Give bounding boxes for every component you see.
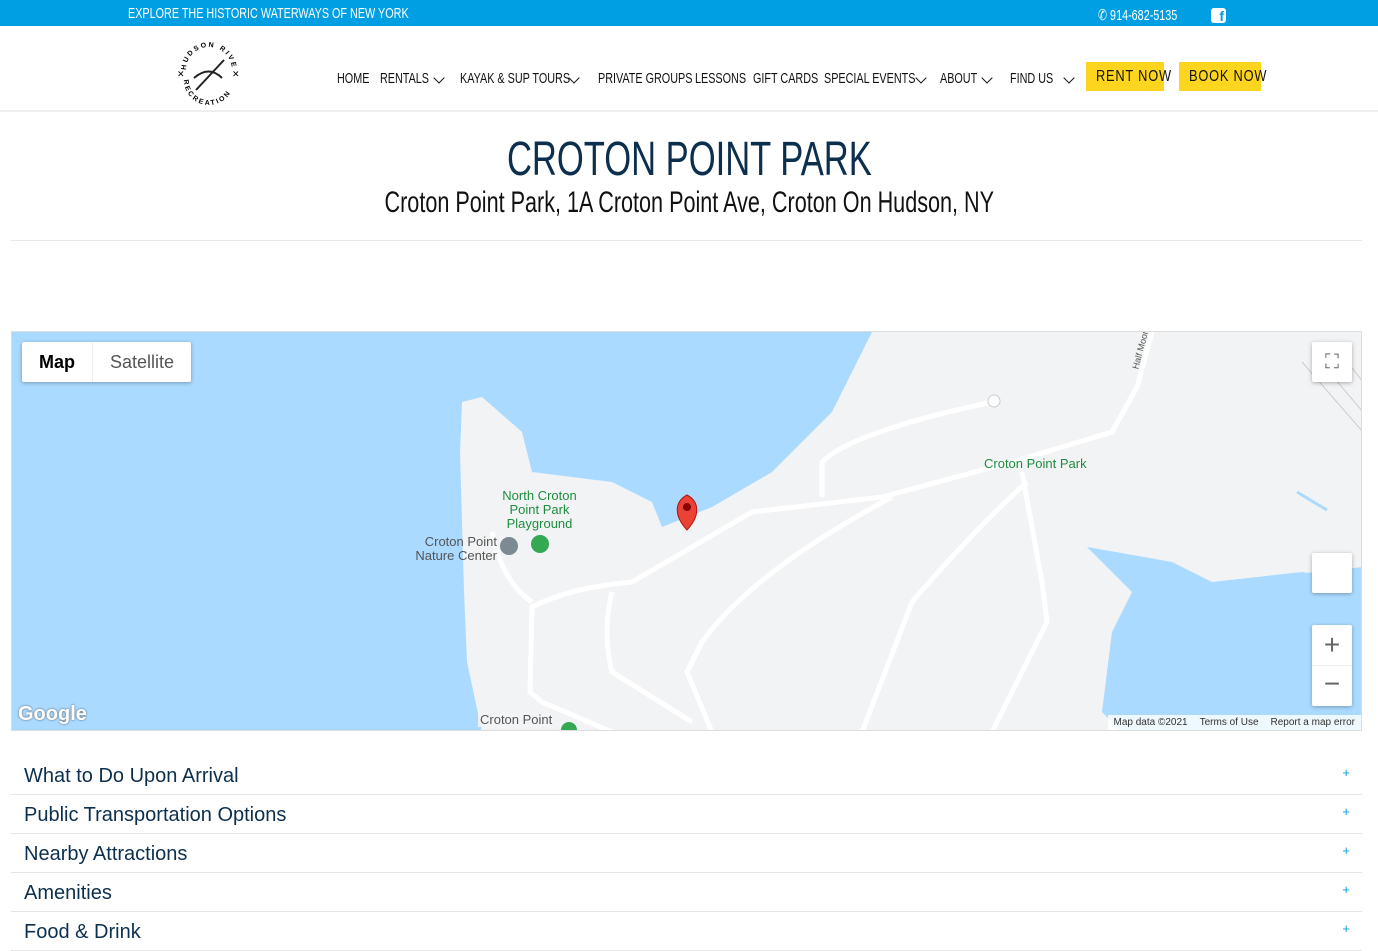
nav-item-lessons[interactable]: LESSONS (695, 70, 746, 87)
zoom-in-icon[interactable]: + (1312, 625, 1352, 665)
nav-item-private-groups[interactable]: PRIVATE GROUPS (598, 70, 692, 87)
nav-item-gift-cards[interactable]: GIFT CARDS (753, 70, 818, 87)
accordion-item[interactable]: Amenities + (11, 873, 1362, 912)
map-data: Map data ©2021 (1113, 717, 1188, 728)
chevron-down-icon[interactable] (1063, 72, 1075, 84)
zoom-out-icon[interactable]: − (1312, 665, 1352, 705)
accordion-item[interactable]: Nearby Attractions + (11, 834, 1362, 873)
map-type-control: Map Satellite (22, 342, 192, 382)
phone-number: 914-682-5135 (1110, 7, 1178, 24)
terms-link[interactable]: Terms of Use (1200, 717, 1259, 728)
google-map[interactable]: North Croton Point Park Playground Croto… (11, 331, 1362, 731)
top-bar: EXPLORE THE HISTORIC WATERWAYS OF NEW YO… (0, 0, 1378, 26)
plus-icon[interactable]: + (1342, 765, 1350, 780)
accordion-item[interactable]: What to Do Upon Arrival + (11, 756, 1362, 795)
site-header: HUDSON RIVER RECREATION ✕ ✕ HOME RENTALS KA… (0, 26, 1378, 112)
address-text: Croton Point Park, 1A Croton Point Ave, … (384, 186, 994, 219)
page-title: CROTON POINT PARK (0, 132, 1378, 187)
map-label-park[interactable]: Croton Point Park (984, 457, 1087, 471)
accordion-title: Nearby Attractions (24, 843, 188, 865)
nav-item-home[interactable]: HOME (337, 70, 369, 87)
divider (11, 240, 1362, 241)
page-address: Croton Point Park, 1A Croton Point Ave, … (0, 186, 1378, 220)
facebook-icon[interactable]: f (1211, 8, 1226, 24)
map-type-map[interactable]: Map (22, 342, 93, 382)
map-type-satellite[interactable]: Satellite (93, 342, 191, 382)
chevron-down-icon[interactable] (981, 72, 994, 84)
fullscreen-icon[interactable]: ⛶ (1312, 342, 1352, 382)
chevron-down-icon[interactable] (914, 72, 927, 84)
accordion-item[interactable]: Public Transportation Options + (11, 795, 1362, 834)
google-logo[interactable]: Google (18, 703, 87, 726)
zoom-control: + − (1312, 625, 1352, 706)
map-attribution: Map data ©2021 Terms of Use Report a map… (1107, 715, 1361, 730)
rent-now-label: RENT NOW (1096, 68, 1172, 85)
street-view-button[interactable] (1312, 553, 1352, 593)
svg-text:✕: ✕ (177, 69, 185, 79)
accordion-title: Food & Drink (24, 921, 141, 943)
accordion-title: What to Do Upon Arrival (24, 765, 239, 787)
map-canvas[interactable] (12, 332, 1362, 731)
accordion-item[interactable]: Food & Drink + (11, 912, 1362, 951)
map-label-playground[interactable]: North Croton Point Park Playground (492, 489, 587, 531)
plus-icon[interactable]: + (1342, 921, 1350, 936)
park-icon (531, 535, 549, 553)
plus-icon[interactable]: + (1342, 882, 1350, 897)
book-now-button[interactable]: BOOK NOW (1179, 62, 1266, 91)
phone-link[interactable]: ✆ 914-682-5135 (1098, 6, 1177, 24)
nav-item-special-events[interactable]: SPECIAL EVENTS (824, 70, 915, 87)
nav-item-find-us[interactable]: FIND US (1010, 70, 1053, 87)
museum-icon (500, 537, 518, 555)
nav-item-rentals[interactable]: RENTALS (380, 70, 429, 87)
plus-icon[interactable]: + (1342, 843, 1350, 858)
accordion-title: Amenities (24, 882, 112, 904)
report-link[interactable]: Report a map error (1271, 717, 1355, 728)
svg-text:✕: ✕ (232, 69, 240, 79)
tagline: EXPLORE THE HISTORIC WATERWAYS OF NEW YO… (128, 5, 409, 22)
rent-now-button[interactable]: RENT NOW (1086, 62, 1171, 91)
logo[interactable]: HUDSON RIVER RECREATION ✕ ✕ (174, 40, 244, 108)
map-label-bottom[interactable]: Croton Point (478, 713, 555, 727)
chevron-down-icon[interactable] (433, 72, 445, 84)
map-label-nature-center[interactable]: Croton Point Nature Center (407, 535, 497, 563)
nav-item-kayak-sup-tours[interactable]: KAYAK & SUP TOURS (460, 70, 570, 87)
nav-item-about[interactable]: ABOUT (940, 70, 977, 87)
accordion-title: Public Transportation Options (24, 804, 287, 826)
svg-text:RECREATION: RECREATION (182, 79, 233, 107)
svg-text:HUDSON RIVER: HUDSON RIVER (174, 40, 237, 70)
book-now-label: BOOK NOW (1189, 68, 1268, 85)
plus-icon[interactable]: + (1342, 804, 1350, 819)
title-text: CROTON POINT PARK (506, 133, 872, 186)
